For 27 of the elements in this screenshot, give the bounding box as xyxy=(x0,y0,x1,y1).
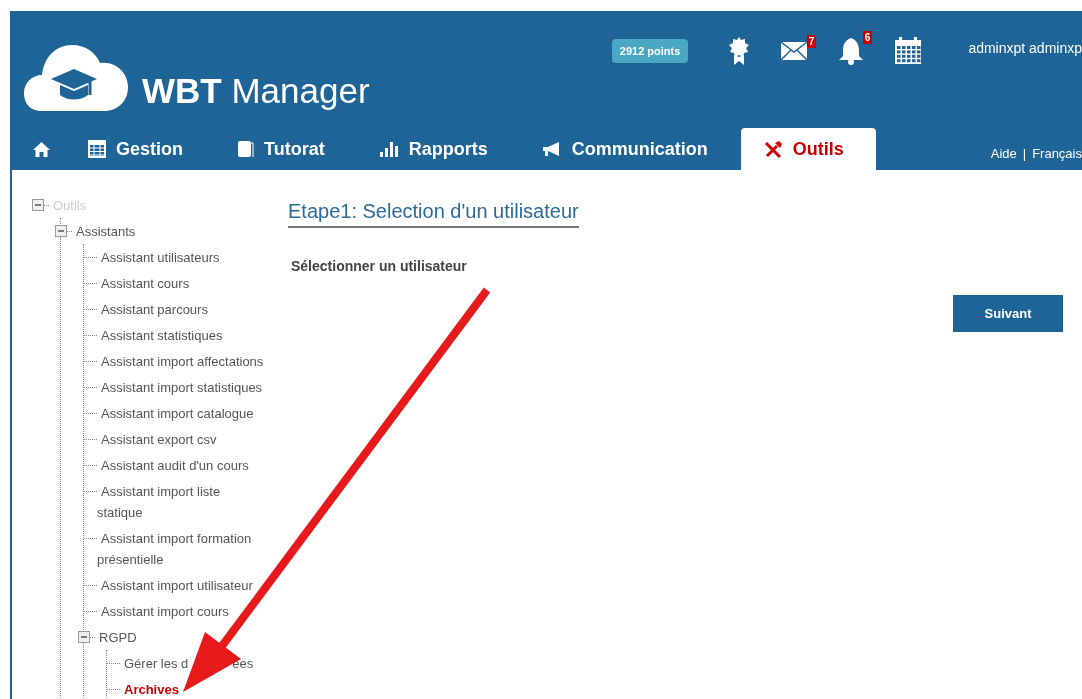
field-label: Sélectionner un utilisateur xyxy=(291,258,467,274)
nav-tab[interactable]: Outils xyxy=(740,128,876,170)
link-separator: | xyxy=(1022,146,1027,161)
page-heading: Etape1: Selection d'un utilisateur xyxy=(288,200,579,228)
bell-icon[interactable] xyxy=(838,37,865,65)
table-icon xyxy=(88,140,106,158)
app-title: WBT Manager xyxy=(142,71,370,111)
bar-chart-icon xyxy=(378,140,399,158)
tools-icon xyxy=(763,139,783,159)
header-link[interactable]: Français xyxy=(1032,146,1082,161)
nav-tab[interactable]: Rapports xyxy=(351,128,515,170)
notification-count: 6 xyxy=(862,31,873,44)
envelope-icon[interactable] xyxy=(780,41,809,61)
calendar-icon[interactable] xyxy=(894,37,923,65)
points-badge: 2912 points xyxy=(611,39,689,63)
message-count: 7 xyxy=(806,35,817,48)
award-icon[interactable] xyxy=(728,36,751,66)
user-name[interactable]: adminxpt adminxp xyxy=(968,40,1082,56)
nav-tab[interactable]: Gestion xyxy=(61,128,210,170)
nav-tab[interactable]: Communication xyxy=(514,128,735,170)
next-button[interactable]: Suivant xyxy=(953,295,1063,332)
book-icon xyxy=(237,140,254,158)
nav-tab[interactable]: Tutorat xyxy=(210,128,352,170)
logo-icon xyxy=(24,45,128,113)
megaphone-icon xyxy=(541,141,562,157)
header-link[interactable]: Aide xyxy=(990,146,1017,161)
home-icon xyxy=(32,140,51,158)
